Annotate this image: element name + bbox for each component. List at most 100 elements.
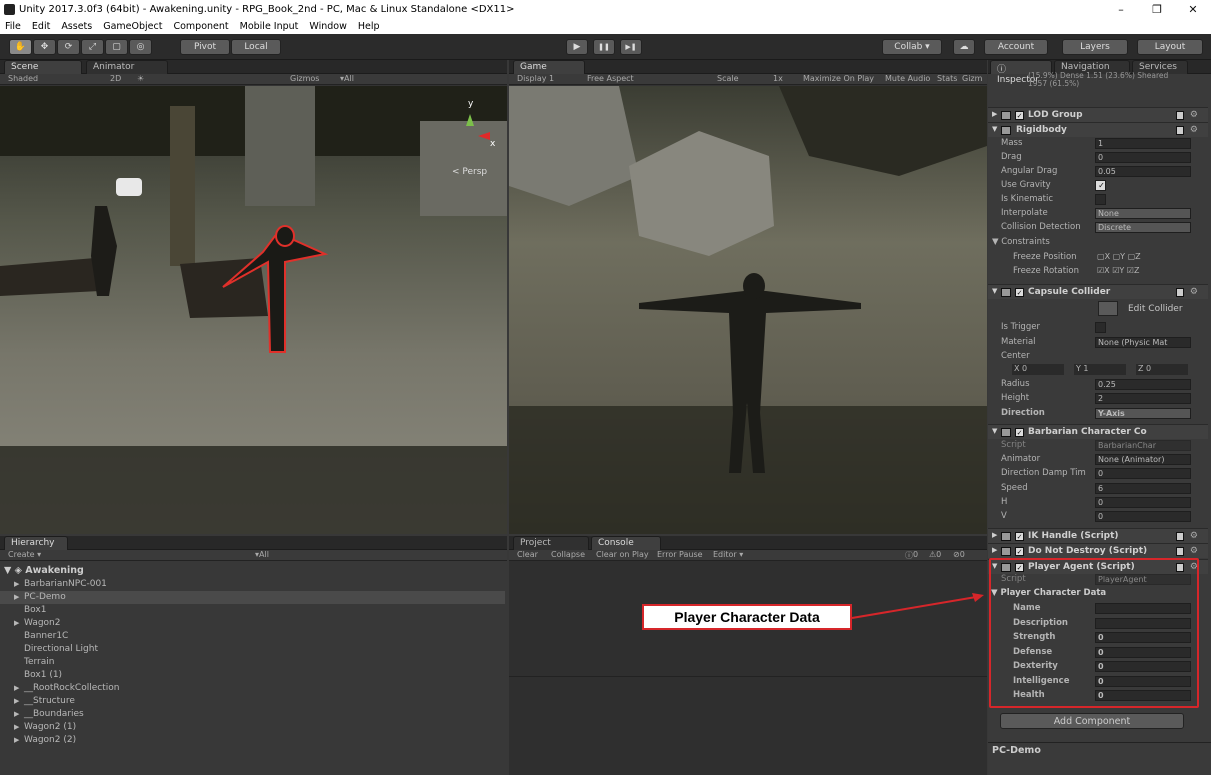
scale-value[interactable]: 1x [773,74,783,83]
center-z-field[interactable]: Z 0 [1136,364,1188,375]
hierarchy-item[interactable]: ▶ Wagon2 (1) [0,721,505,734]
collab-button[interactable]: Collab ▾ [882,39,942,55]
drag-field[interactable]: 0 [1095,152,1191,163]
radius-field[interactable]: 0.25 [1095,379,1191,390]
lighting-toggle-icon[interactable]: ☀ [137,74,144,83]
minimize-button[interactable]: – [1103,0,1139,19]
ik-handle-header[interactable]: ▶ ✓ IK Handle (Script) ⚙ [988,528,1208,543]
maximize-button[interactable]: ❐ [1139,0,1175,19]
display-dropdown[interactable]: Display 1 [517,74,554,83]
mute-audio-toggle[interactable]: Mute Audio [885,74,930,83]
close-button[interactable]: ✕ [1175,0,1211,19]
capsule-enabled-checkbox[interactable]: ✓ [1015,288,1024,297]
tab-console[interactable]: Console [591,536,661,550]
height-field[interactable]: 2 [1095,393,1191,404]
animator-field[interactable]: None (Animator) [1095,454,1191,465]
v-field[interactable]: 0 [1095,511,1191,522]
info-count-icon[interactable]: ⓘ 0 [905,550,918,561]
freeze-rotation-checkboxes[interactable]: ☑X ☑Y ☑Z [1097,266,1139,275]
center-y-field[interactable]: Y 1 [1074,364,1126,375]
menu-mobile-input[interactable]: Mobile Input [235,21,305,32]
game-gizmos-dropdown[interactable]: Gizm [962,74,982,83]
cloud-icon[interactable]: ☁ [953,39,975,55]
tab-animator[interactable]: Animator [86,60,168,74]
edit-collider-icon[interactable] [1098,301,1118,316]
aspect-dropdown[interactable]: Free Aspect [587,74,634,83]
move-tool-icon[interactable]: ✥ [33,39,56,55]
pivot-toggle[interactable]: Pivot [180,39,230,55]
warning-count-icon[interactable]: ⚠ 0 [929,550,941,559]
local-toggle[interactable]: Local [231,39,281,55]
scene-root[interactable]: ▼ ◈ Awakening [4,565,84,576]
play-button[interactable]: ▶ [566,39,588,55]
rigidbody-header[interactable]: ▼ Rigidbody ⚙ [988,122,1208,137]
hierarchy-item[interactable]: Box1 (1) [0,669,505,682]
rect-tool-icon[interactable]: ▢ [105,39,128,55]
scene-search-input[interactable]: ▾All [340,74,354,83]
add-component-button[interactable]: Add Component [1000,713,1184,729]
collision-detection-dropdown[interactable]: Discrete [1095,222,1191,233]
hierarchy-item[interactable]: ▶ Wagon2 [0,617,505,630]
editor-dropdown[interactable]: Editor ▾ [713,550,743,559]
dnd-enabled-checkbox[interactable]: ✓ [1015,547,1024,556]
angular-drag-field[interactable]: 0.05 [1095,166,1191,177]
menu-assets[interactable]: Assets [56,21,98,32]
hierarchy-item[interactable]: ▶ Wagon2 (2) [0,734,505,747]
layers-dropdown[interactable]: Layers [1062,39,1128,55]
barbarian-controller-header[interactable]: ▼ ✓ Barbarian Character Co [988,424,1208,439]
hierarchy-item[interactable]: Directional Light [0,643,505,656]
clear-on-play-toggle[interactable]: Clear on Play [596,550,649,559]
hierarchy-item[interactable]: ▶ __Boundaries [0,708,505,721]
pause-button[interactable]: ❚❚ [593,39,615,55]
shading-mode-dropdown[interactable]: Shaded [8,74,38,83]
2d-toggle[interactable]: 2D [110,74,121,83]
is-kinematic-checkbox[interactable] [1095,194,1106,205]
do-not-destroy-header[interactable]: ▶ ✓ Do Not Destroy (Script) ⚙ [988,543,1208,558]
mass-field[interactable]: 1 [1095,138,1191,149]
menu-window[interactable]: Window [304,21,352,32]
error-pause-toggle[interactable]: Error Pause [657,550,703,559]
h-field[interactable]: 0 [1095,497,1191,508]
stats-toggle[interactable]: Stats [937,74,957,83]
capsule-collider-header[interactable]: ▼ ✓ Capsule Collider ⚙ [988,284,1208,299]
scene-viewport[interactable]: y x < Persp [0,86,507,534]
clear-button[interactable]: Clear [517,550,538,559]
hierarchy-item-selected[interactable]: ▶ PC-Demo [0,591,505,604]
menu-component[interactable]: Component [168,21,234,32]
direction-damp-field[interactable]: 0 [1095,468,1191,479]
hierarchy-item[interactable]: Banner1C [0,630,505,643]
scale-tool-icon[interactable]: ⤢ [81,39,104,55]
menu-edit[interactable]: Edit [27,21,56,32]
hand-tool-icon[interactable]: ✋ [9,39,32,55]
collapse-toggle[interactable]: Collapse [551,550,585,559]
hierarchy-item[interactable]: ▶ __Structure [0,695,505,708]
tab-game[interactable]: Game [513,60,585,74]
menu-gameobject[interactable]: GameObject [98,21,168,32]
hierarchy-item[interactable]: Terrain [0,656,505,669]
menu-file[interactable]: File [0,21,27,32]
maximize-on-play-toggle[interactable]: Maximize On Play [803,74,874,83]
direction-dropdown[interactable]: Y-Axis [1095,408,1191,419]
barbarian-enabled-checkbox[interactable]: ✓ [1015,428,1024,437]
constraints-foldout[interactable]: ▼ Constraints [992,237,1050,247]
lod-group-header[interactable]: ▶ ✓ LOD Group ⚙ [988,107,1208,122]
layout-dropdown[interactable]: Layout [1137,39,1203,55]
hierarchy-item[interactable]: ▶ BarbarianNPC-001 [0,578,505,591]
error-count-icon[interactable]: ⊘ 0 [953,550,965,559]
material-field[interactable]: None (Physic Mat [1095,337,1191,348]
create-dropdown[interactable]: Create ▾ [8,550,41,559]
rotate-tool-icon[interactable]: ⟳ [57,39,80,55]
use-gravity-checkbox[interactable]: ✓ [1095,180,1106,191]
tab-project[interactable]: Project [513,536,589,550]
hierarchy-item[interactable]: Box1 [0,604,505,617]
center-x-field[interactable]: X 0 [1012,364,1064,375]
hierarchy-search-input[interactable]: ▾All [255,550,269,559]
lod-enabled-checkbox[interactable]: ✓ [1015,111,1024,120]
freeze-position-checkboxes[interactable]: ▢X ▢Y ▢Z [1097,252,1141,261]
is-trigger-checkbox[interactable] [1095,322,1106,333]
speed-field[interactable]: 6 [1095,483,1191,494]
interpolate-dropdown[interactable]: None [1095,208,1191,219]
step-button[interactable]: ▶❚ [620,39,642,55]
gizmos-dropdown[interactable]: Gizmos [290,74,319,83]
tab-scene[interactable]: Scene [4,60,82,74]
